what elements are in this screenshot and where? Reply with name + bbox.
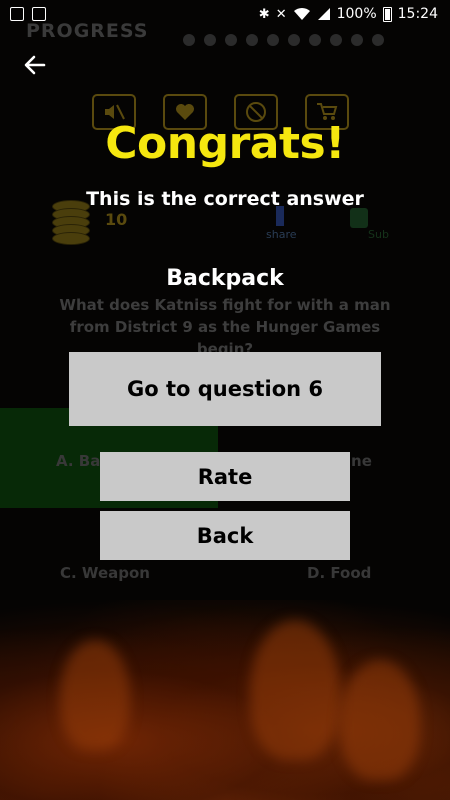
progress-dot xyxy=(351,34,363,46)
subscribe-label: Sub xyxy=(368,228,389,241)
signal-icon xyxy=(317,8,330,20)
subscribe-icon[interactable] xyxy=(350,208,368,228)
progress-dots xyxy=(183,34,384,46)
flame xyxy=(250,620,340,760)
flame xyxy=(60,640,130,750)
progress-dot xyxy=(309,34,321,46)
notification-activity-icon xyxy=(32,7,46,21)
progress-dot xyxy=(183,34,195,46)
coin-count: 10 xyxy=(105,210,128,229)
flame xyxy=(340,660,420,780)
clock: 15:24 xyxy=(397,6,438,22)
mute-status-icon: ✕ xyxy=(275,6,287,22)
status-right: ✱ ✕ 100% 15:24 xyxy=(259,6,438,22)
rate-button[interactable]: Rate xyxy=(100,452,350,501)
progress-dot xyxy=(204,34,216,46)
notification-image-icon xyxy=(10,7,24,21)
answer-c[interactable]: C. Weapon xyxy=(60,564,150,582)
question-text: What does Katniss fight for with a man f… xyxy=(59,296,391,358)
progress-dot xyxy=(246,34,258,46)
bluetooth-icon: ✱ xyxy=(258,6,270,22)
quiz-screen: PROGRESS 10 share Sub What does Katniss … xyxy=(0,0,450,800)
share-label: share xyxy=(266,228,297,241)
next-question-button[interactable]: Go to question 6 xyxy=(69,352,381,426)
status-bar: ✱ ✕ 100% 15:24 xyxy=(0,0,450,32)
answer-d[interactable]: D. Food xyxy=(307,564,371,582)
progress-dot xyxy=(225,34,237,46)
battery-percent: 100% xyxy=(336,6,377,22)
wifi-icon xyxy=(293,7,310,20)
back-button[interactable]: Back xyxy=(100,511,350,560)
notification-icons xyxy=(10,7,46,21)
dialog-title: Congrats! xyxy=(105,118,345,169)
back-arrow-icon[interactable] xyxy=(22,52,50,80)
dialog-subtitle: This is the correct answer xyxy=(86,188,364,210)
progress-dot xyxy=(330,34,342,46)
battery-icon xyxy=(382,6,392,22)
progress-dot xyxy=(288,34,300,46)
correct-answer-text: Backpack xyxy=(166,266,284,291)
progress-dot xyxy=(372,34,384,46)
progress-dot xyxy=(267,34,279,46)
